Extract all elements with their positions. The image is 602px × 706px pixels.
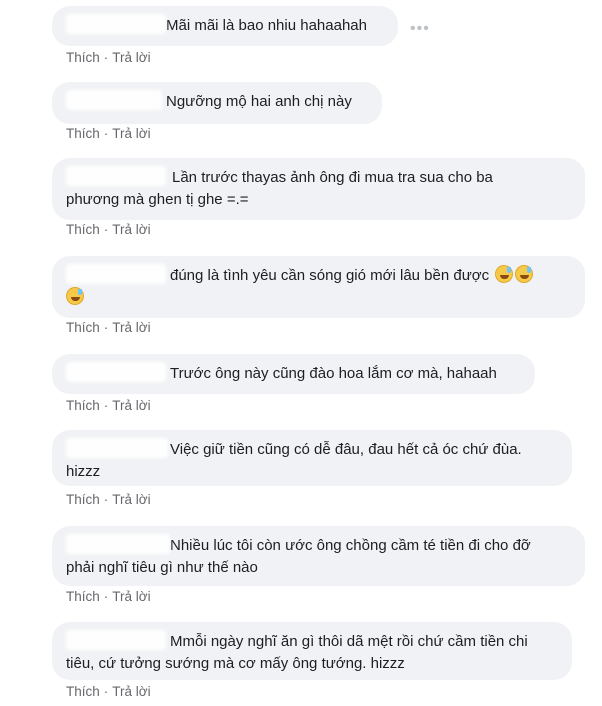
reply-button[interactable]: Trả lời	[112, 492, 150, 507]
comment-bubble: Mãi mãi là bao nhiu hahaahah	[52, 6, 398, 46]
reply-button[interactable]: Trả lời	[112, 50, 150, 65]
separator: ·	[103, 50, 109, 65]
redacted-author-name	[66, 630, 166, 650]
comment-text-line: tiêu, cứ tưởng sướng mà cơ mấy ông tướng…	[66, 655, 405, 672]
comment-bubble: Nhiều lúc tôi còn ước ông chồng cầm té t…	[52, 526, 585, 586]
redacted-author-name	[66, 438, 168, 458]
separator: ·	[103, 320, 109, 335]
comment-actions: Thích · Trả lời	[66, 50, 151, 65]
comment-bubble: Ngưỡng mộ hai anh chị này	[52, 82, 382, 124]
comment-bubble: Lần trước thayas ảnh ông đi mua tra sua …	[52, 158, 585, 220]
separator: ·	[103, 684, 109, 699]
grinning-sweat-emoji-icon	[66, 287, 84, 305]
comment-text-line	[66, 287, 571, 309]
comment: Ngưỡng mộ hai anh chị này	[52, 82, 382, 124]
redacted-author-name	[66, 14, 166, 34]
comment: Mãi mãi là bao nhiu hahaahah	[52, 6, 398, 46]
comment-bubble: Trước ông này cũng đào hoa lắm cơ mà, ha…	[52, 354, 535, 394]
comment-actions: Thích · Trả lời	[66, 222, 151, 237]
comment: Việc giữ tiền cũng có dễ đâu, đau hết cả…	[52, 430, 572, 486]
like-button[interactable]: Thích	[66, 589, 100, 604]
comment: Lần trước thayas ảnh ông đi mua tra sua …	[52, 158, 585, 220]
separator: ·	[103, 398, 109, 413]
comment-actions: Thích · Trả lời	[66, 492, 151, 507]
reply-button[interactable]: Trả lời	[112, 320, 150, 335]
reply-button[interactable]: Trả lời	[112, 126, 150, 141]
reply-button[interactable]: Trả lời	[112, 222, 150, 237]
more-options-icon[interactable]: •••	[410, 20, 430, 38]
comment-bubble: Việc giữ tiền cũng có dễ đâu, đau hết cả…	[52, 430, 572, 486]
comment: đúng là tình yêu cần sóng gió mới lâu bề…	[52, 256, 585, 318]
comment-text: đúng là tình yêu cần sóng gió mới lâu bề…	[170, 267, 490, 284]
grinning-sweat-emoji-icon	[515, 265, 534, 283]
comment-text-line: phải nghĩ tiêu gì như thế nào	[66, 559, 258, 576]
comment-text-line: hizzz	[66, 463, 101, 480]
comment-actions: Thích · Trả lời	[66, 126, 151, 141]
like-button[interactable]: Thích	[66, 684, 100, 699]
reply-button[interactable]: Trả lời	[112, 589, 150, 604]
redacted-author-name	[66, 534, 170, 554]
separator: ·	[103, 126, 109, 141]
redacted-author-name	[66, 90, 162, 110]
like-button[interactable]: Thích	[66, 320, 100, 335]
comment-actions: Thích · Trả lời	[66, 398, 151, 413]
reply-button[interactable]: Trả lời	[112, 398, 150, 413]
like-button[interactable]: Thích	[66, 222, 100, 237]
comment-actions: Thích · Trả lời	[66, 589, 151, 604]
like-button[interactable]: Thích	[66, 50, 100, 65]
comment: Trước ông này cũng đào hoa lắm cơ mà, ha…	[52, 354, 535, 394]
like-button[interactable]: Thích	[66, 398, 100, 413]
redacted-author-name	[66, 166, 166, 186]
comment-actions: Thích · Trả lời	[66, 684, 151, 699]
comment: Mmỗi ngày nghĩ ăn gì thôi dã mệt rồi chứ…	[52, 622, 572, 680]
separator: ·	[103, 222, 109, 237]
comment-actions: Thích · Trả lời	[66, 320, 151, 335]
comment-bubble: Mmỗi ngày nghĩ ăn gì thôi dã mệt rồi chứ…	[52, 622, 572, 680]
redacted-author-name	[66, 362, 166, 382]
comment-bubble: đúng là tình yêu cần sóng gió mới lâu bề…	[52, 256, 585, 318]
reply-button[interactable]: Trả lời	[112, 684, 150, 699]
separator: ·	[103, 492, 109, 507]
comment-text-line: phương mà ghen tị ghe =.=	[66, 191, 249, 208]
comment: Nhiều lúc tôi còn ước ông chồng cầm té t…	[52, 526, 585, 586]
grinning-sweat-emoji-icon	[495, 265, 514, 283]
like-button[interactable]: Thích	[66, 492, 100, 507]
redacted-author-name	[66, 264, 166, 284]
like-button[interactable]: Thích	[66, 126, 100, 141]
separator: ·	[103, 589, 109, 604]
